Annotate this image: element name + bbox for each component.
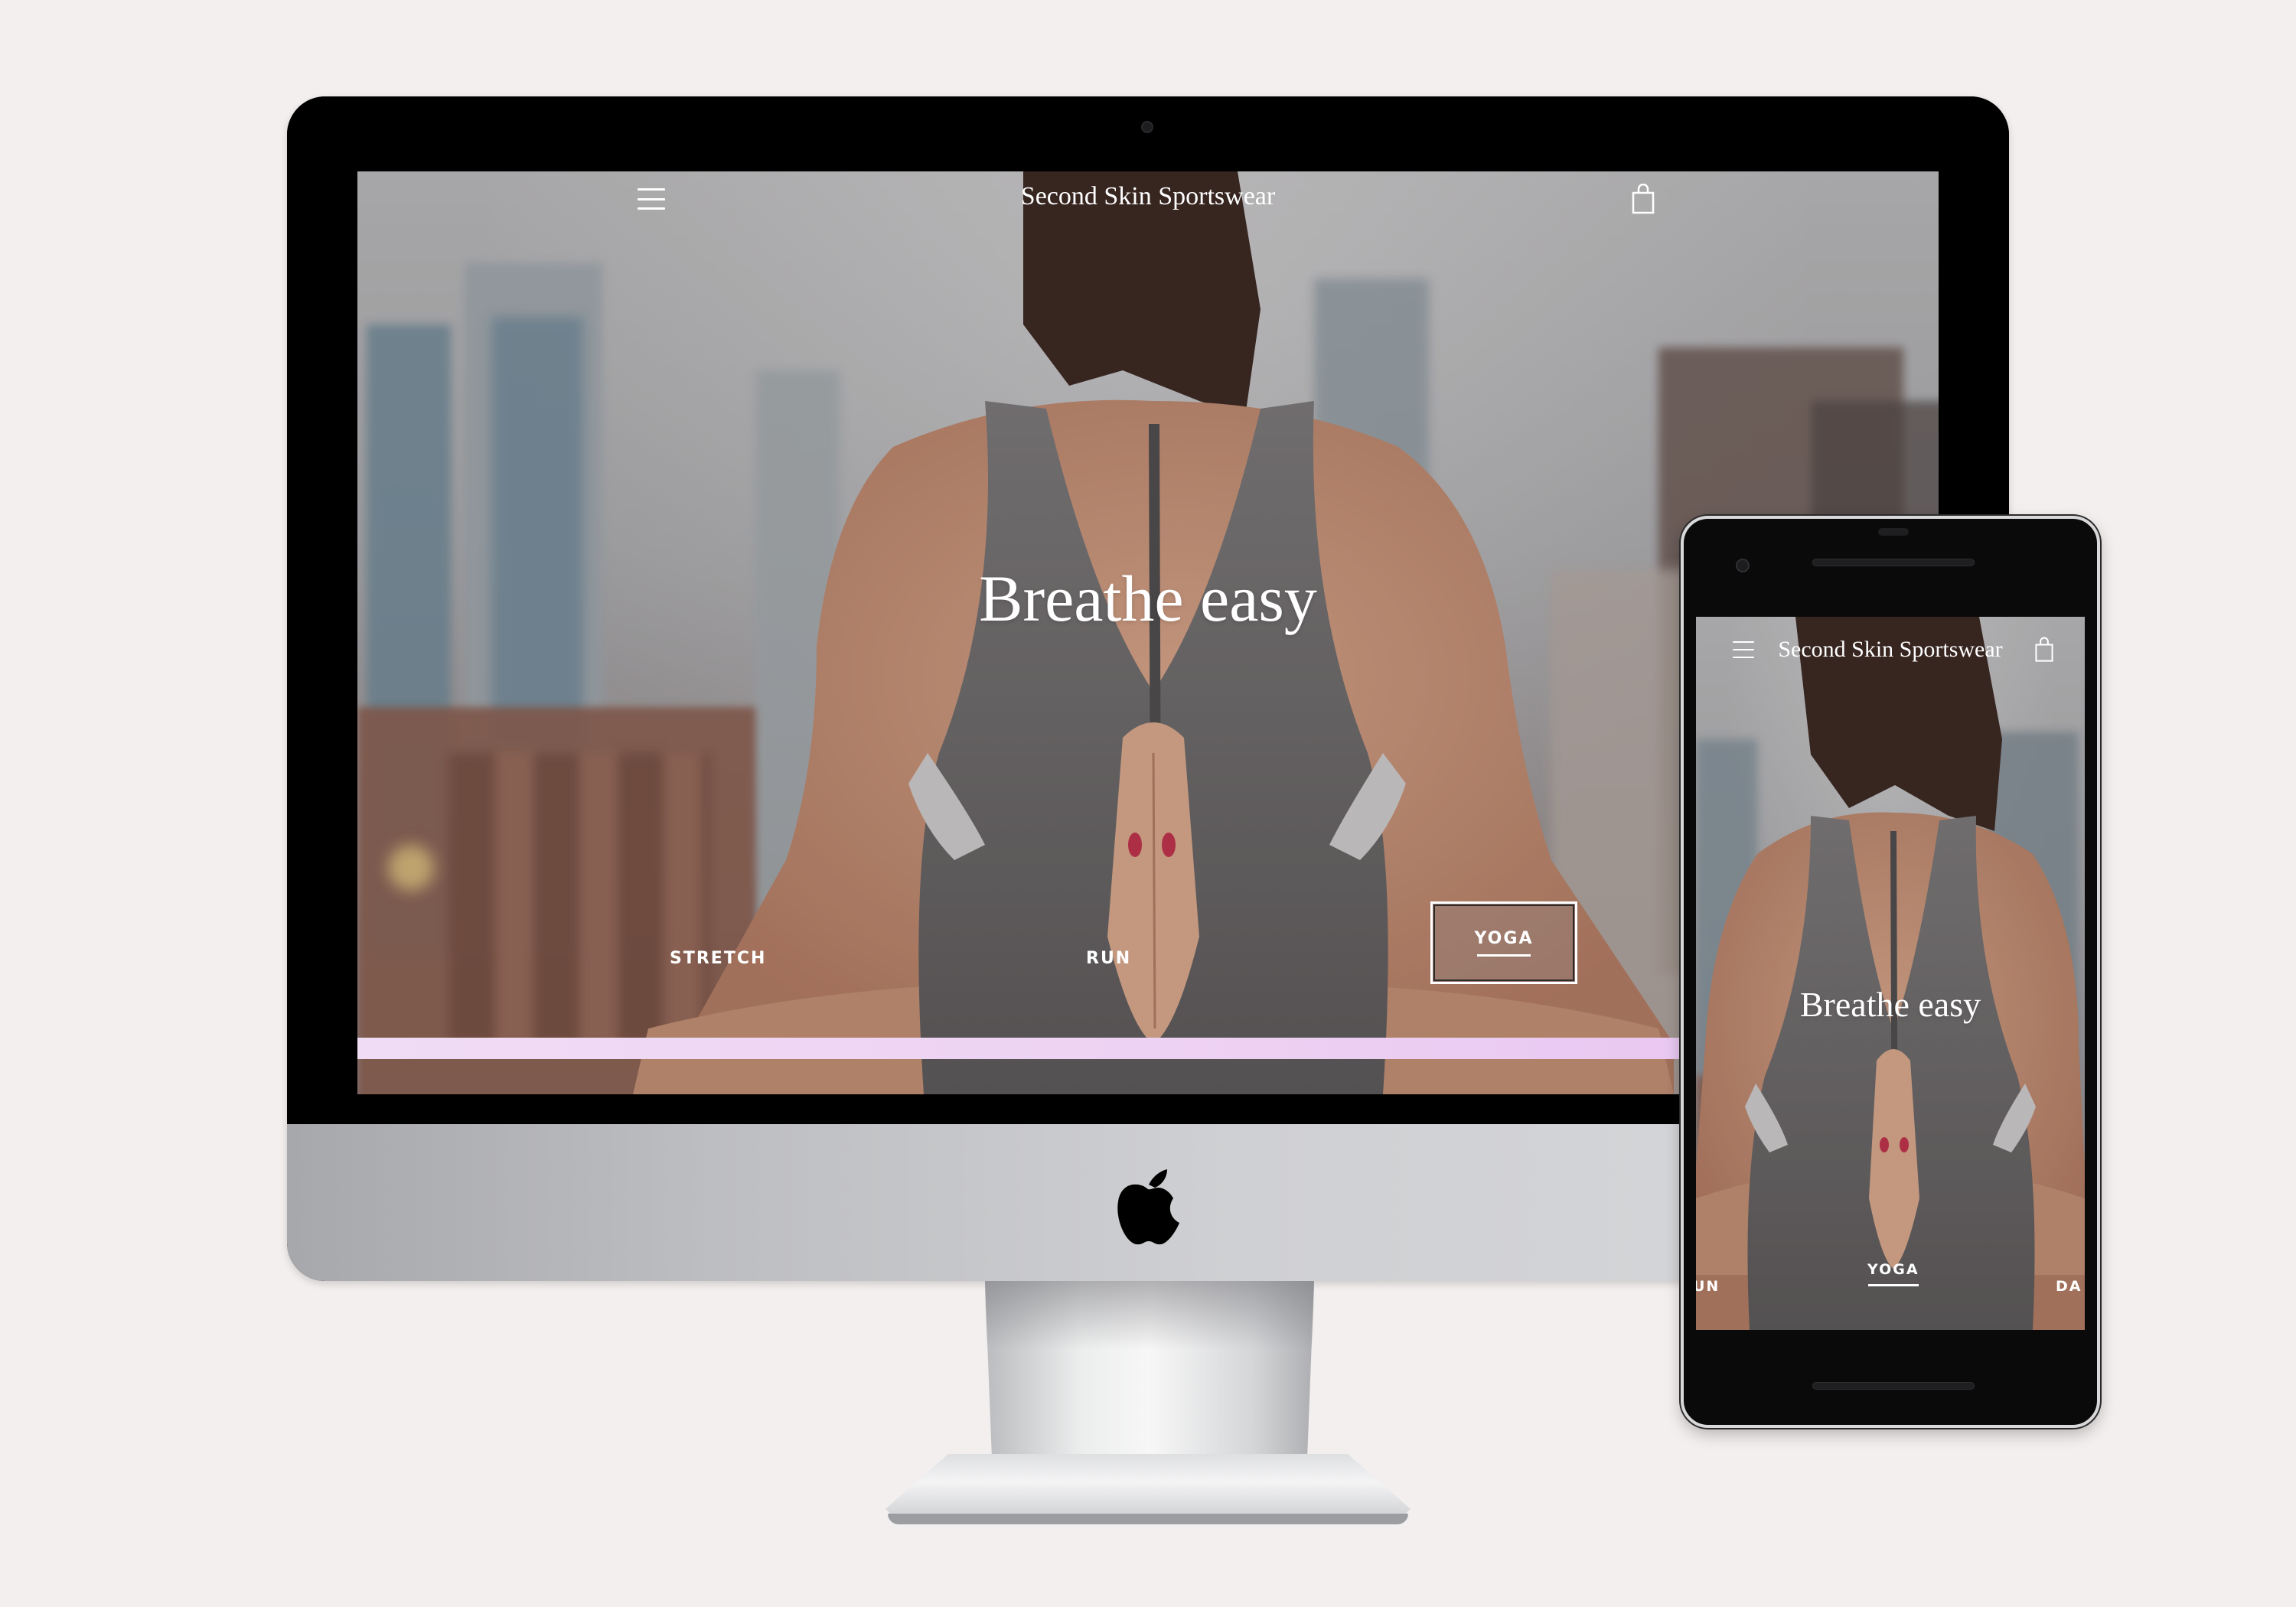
mobile-category-link-run[interactable]: UN bbox=[1696, 1278, 1720, 1295]
apple-logo bbox=[1117, 1169, 1179, 1245]
phone-camera bbox=[1736, 559, 1750, 572]
mobile-hero-image bbox=[1696, 617, 2085, 1330]
site-header: Second Skin Sportswear bbox=[357, 171, 1939, 227]
monitor-stand-shadow bbox=[984, 1281, 1315, 1350]
category-link-yoga[interactable]: YOGA bbox=[1430, 901, 1577, 984]
mobile-site-title[interactable]: Second Skin Sportswear bbox=[1696, 637, 2085, 663]
monitor-stand-edge bbox=[888, 1514, 1408, 1524]
monitor-camera bbox=[1141, 121, 1153, 133]
mobile-screen: Second Skin Sportswear Breathe easy UN Y… bbox=[1696, 617, 2085, 1330]
phone-speaker-top bbox=[1812, 559, 1975, 566]
mobile-category-link-dance[interactable]: DA bbox=[2056, 1278, 2082, 1295]
category-label: STRETCH bbox=[670, 949, 767, 968]
category-label: DA bbox=[2056, 1278, 2082, 1295]
mobile-category-link-yoga[interactable]: YOGA bbox=[1867, 1261, 1919, 1286]
active-underline bbox=[1477, 954, 1531, 957]
shopping-bag-icon[interactable] bbox=[1631, 184, 1655, 214]
smartphone: Second Skin Sportswear Breathe easy UN Y… bbox=[1681, 516, 2100, 1428]
category-label: RUN bbox=[1086, 949, 1132, 968]
shopping-bag-icon[interactable] bbox=[2034, 637, 2054, 663]
category-label: YOGA bbox=[1867, 1261, 1919, 1278]
category-label: UN bbox=[1696, 1278, 1720, 1295]
mobile-site-header: Second Skin Sportswear bbox=[1696, 617, 2085, 678]
category-label: YOGA bbox=[1474, 929, 1534, 948]
category-link-run[interactable]: RUN bbox=[1086, 949, 1131, 968]
site-title[interactable]: Second Skin Sportswear bbox=[357, 182, 1939, 211]
phone-speaker-bottom bbox=[1812, 1382, 1975, 1390]
category-link-stretch[interactable]: STRETCH bbox=[670, 949, 766, 968]
mobile-hero-headline: Breathe easy bbox=[1799, 985, 1981, 1024]
phone-sensor bbox=[1878, 528, 1909, 536]
active-underline bbox=[1867, 1284, 1919, 1286]
